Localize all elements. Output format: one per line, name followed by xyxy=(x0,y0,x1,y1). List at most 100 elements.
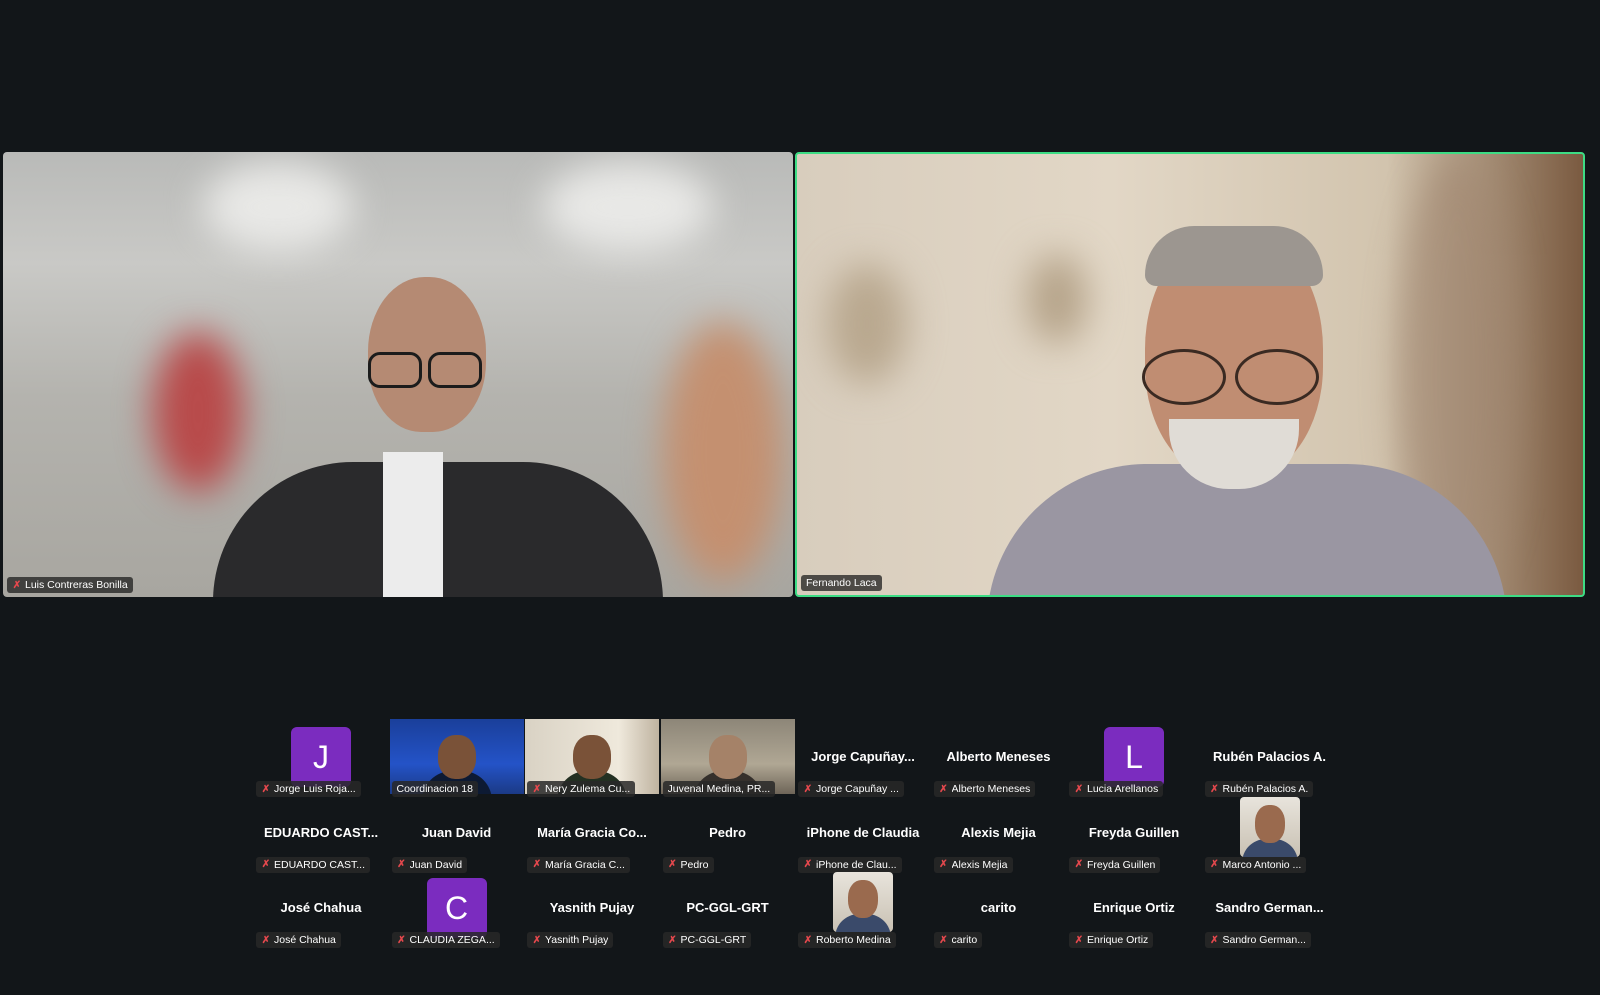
mic-off-icon: ✗ xyxy=(1210,934,1219,946)
mic-off-icon: ✗ xyxy=(803,934,813,946)
participant-display-name: Alexis Mejia xyxy=(961,824,1036,840)
participant-label: Alberto Meneses xyxy=(951,783,1031,795)
mic-off-icon: ✗ xyxy=(668,859,677,870)
participant-name-tag: ✗ carito xyxy=(933,932,983,948)
participant-tile[interactable]: C ✗ CLAUDIA ZEGA... xyxy=(390,870,524,948)
participant-tile[interactable]: Juvenal Medina, PR... xyxy=(660,719,795,797)
mic-off-icon: ✗ xyxy=(532,934,542,946)
participant-display-name: Rubén Palacios A. xyxy=(1213,749,1326,764)
participant-tile[interactable]: Alexis Mejia ✗ Alexis Mejia xyxy=(932,795,1066,873)
mic-off-icon: ✗ xyxy=(397,859,406,870)
participant-label: Coordinacion 18 xyxy=(396,783,473,795)
participant-display-name: Freyda Guillen xyxy=(1088,824,1180,840)
participant-tile[interactable]: L ✗ Lucia Arellanos xyxy=(1067,719,1201,797)
participant-label: Roberto Medina xyxy=(816,934,891,946)
mic-off-icon: ✗ xyxy=(939,783,948,795)
participant-display-name: María Gracia Co... xyxy=(537,824,647,840)
participant-display-name: Juan David xyxy=(421,824,492,840)
participant-tile[interactable]: Jorge Capuñay... ✗ Jorge Capuñay ... xyxy=(796,719,930,797)
participant-label: Yasnith Pujay xyxy=(545,934,609,946)
avatar-initial: L xyxy=(1104,727,1164,787)
participant-label: Lucia Arellanos xyxy=(1087,783,1159,795)
participant-tile[interactable]: Pedro ✗ Pedro xyxy=(661,795,795,873)
participant-display-name: iPhone de Claudia xyxy=(806,824,920,840)
participant-name-tag: ✗ Yasnith Pujay xyxy=(527,932,614,948)
mic-off-icon: ✗ xyxy=(1074,934,1084,946)
wall-picture xyxy=(1027,254,1087,344)
participant-tile[interactable]: Enrique Ortiz ✗ Enrique Ortiz xyxy=(1067,870,1201,948)
participant-tile[interactable]: María Gracia Co... ✗ María Gracia C... xyxy=(525,795,659,873)
avatar-photo xyxy=(1239,796,1300,857)
participant-name-tag: ✗ PC-GGL-GRT xyxy=(662,932,752,948)
participant-label: Sandro German... xyxy=(1222,934,1306,946)
wall-picture xyxy=(827,264,907,384)
participant-tile[interactable]: Freyda Guillen ✗ Freyda Guillen xyxy=(1067,795,1201,873)
participant-tile[interactable]: Sandro German... ✗ Sandro German... xyxy=(1203,870,1337,948)
speaker-name-tag: Fernando Laca xyxy=(801,575,882,591)
mic-off-icon: ✗ xyxy=(668,934,677,946)
participant-label: Jorge Capuñay ... xyxy=(816,783,899,795)
participant-name-tag: ✗ Roberto Medina xyxy=(798,932,896,948)
mic-off-icon: ✗ xyxy=(803,783,813,795)
participant-name-tag: ✗ Sandro German... xyxy=(1204,932,1311,948)
participant-label: PC-GGL-GRT xyxy=(680,934,747,946)
participant-tile[interactable]: carito ✗ carito xyxy=(932,870,1066,948)
participant-tile[interactable]: Yasnith Pujay ✗ Yasnith Pujay xyxy=(525,870,659,948)
speaker-name: Fernando Laca xyxy=(806,577,877,589)
participant-display-name: Enrique Ortiz xyxy=(1093,900,1175,915)
mic-off-icon: ✗ xyxy=(1210,783,1219,795)
avatar-initial: J xyxy=(291,727,351,787)
ceiling-light xyxy=(543,162,713,252)
background-flag xyxy=(153,332,243,492)
participant-label: Freyda Guillen xyxy=(1087,858,1156,871)
speaker-name: Luis Contreras Bonilla xyxy=(25,579,128,591)
participant-display-name: Jorge Capuñay... xyxy=(811,749,915,764)
participant-tile[interactable]: Alberto Meneses ✗ Alberto Meneses xyxy=(932,719,1066,797)
participant-label: Juvenal Medina, PR... xyxy=(667,783,771,795)
participant-display-name: carito xyxy=(980,900,1017,915)
participant-display-name: PC-GGL-GRT xyxy=(686,900,769,915)
participant-label: EDUARDO CAST... xyxy=(274,858,365,871)
avatar-photo xyxy=(833,872,893,932)
participant-label: Nery Zulema Cu... xyxy=(545,783,631,795)
participant-label: José Chahua xyxy=(274,934,336,946)
participant-label: iPhone de Clau... xyxy=(816,858,897,871)
participant-name-tag: ✗ CLAUDIA ZEGA... xyxy=(391,932,500,948)
speaker-name-tag: ✗ Luis Contreras Bonilla xyxy=(7,577,133,593)
participant-display-name: EDUARDO CAST... xyxy=(263,824,379,840)
mic-off-icon: ✗ xyxy=(1074,783,1084,795)
mic-off-icon: ✗ xyxy=(12,579,22,591)
mic-off-icon: ✗ xyxy=(1074,859,1084,870)
participant-display-name: Sandro German... xyxy=(1215,900,1324,915)
participant-tile[interactable]: Rubén Palacios A. ✗ Rubén Palacios A. xyxy=(1203,719,1337,797)
participant-tile[interactable]: ✗ Nery Zulema Cu... xyxy=(525,719,659,797)
mic-off-icon: ✗ xyxy=(397,934,406,946)
mic-off-icon: ✗ xyxy=(1210,859,1219,870)
participant-tile[interactable]: Juan David ✗ Juan David xyxy=(390,795,524,873)
speaker-tile-luis[interactable]: ✗ Luis Contreras Bonilla xyxy=(3,152,793,597)
mic-off-icon: ✗ xyxy=(532,783,542,795)
mic-off-icon: ✗ xyxy=(939,859,948,870)
participant-label: Alexis Mejia xyxy=(951,858,1008,871)
mic-off-icon: ✗ xyxy=(939,934,948,946)
mic-off-icon: ✗ xyxy=(261,934,271,946)
participant-label: Pedro xyxy=(680,858,709,871)
ceiling-light xyxy=(203,162,353,252)
participant-label: Juan David xyxy=(409,858,463,871)
mic-off-icon: ✗ xyxy=(261,859,271,870)
mic-off-icon: ✗ xyxy=(803,859,813,870)
participant-display-name: Alberto Meneses xyxy=(946,749,1051,764)
participant-tile[interactable]: ✗ Roberto Medina xyxy=(796,870,930,948)
participant-tile[interactable]: J ✗ Jorge Luis Roja... xyxy=(254,719,388,797)
participant-tile[interactable]: iPhone de Claudia ✗ iPhone de Clau... xyxy=(796,795,930,873)
participant-tile[interactable]: ✗ Marco Antonio ... xyxy=(1203,795,1337,873)
participant-label: María Gracia C... xyxy=(545,858,625,871)
mic-off-icon: ✗ xyxy=(261,783,271,795)
participant-tile[interactable]: PC-GGL-GRT ✗ PC-GGL-GRT xyxy=(661,870,795,948)
background-object xyxy=(663,322,783,582)
mic-off-icon: ✗ xyxy=(532,859,542,870)
participant-tile[interactable]: Coordinacion 18 xyxy=(389,719,524,797)
participant-tile[interactable]: EDUARDO CAST... ✗ EDUARDO CAST... xyxy=(254,795,388,873)
participant-tile[interactable]: José Chahua ✗ José Chahua xyxy=(254,870,388,948)
speaker-tile-fernando[interactable]: Fernando Laca xyxy=(795,152,1585,597)
